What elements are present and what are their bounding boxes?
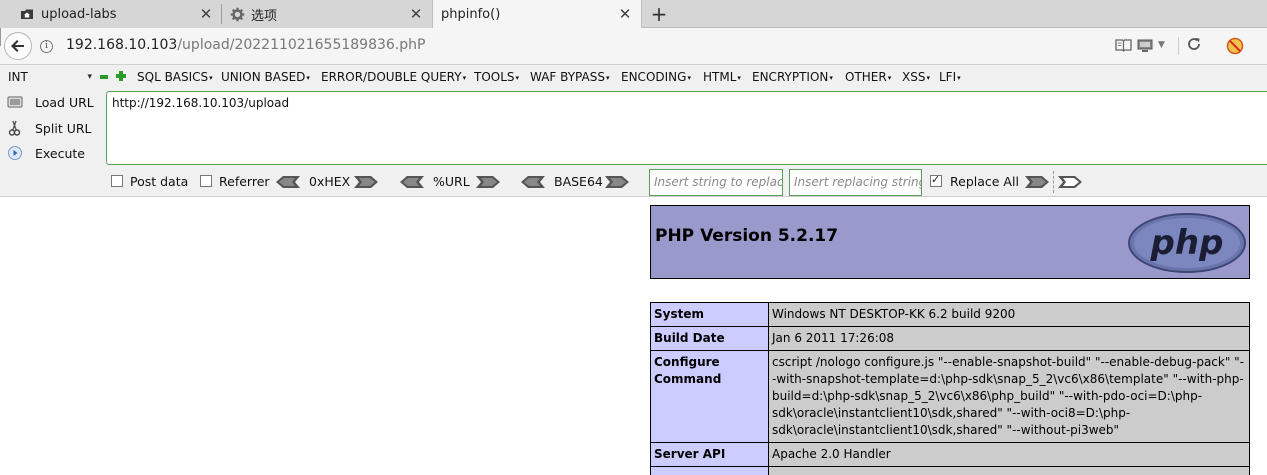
menu-encryption[interactable]: ENCRYPTION▾ [752, 70, 833, 84]
row-value: Apache 2.0 Handler [768, 442, 1250, 467]
base64-label: BASE64 [554, 174, 603, 189]
hex-encode-arrow-icon[interactable] [354, 175, 378, 189]
table-row: Configure Command cscript /nologo config… [650, 350, 1250, 443]
hex-decode-arrow-icon[interactable] [276, 175, 300, 189]
blocker-addon-icon[interactable] [1226, 37, 1244, 55]
url-textarea[interactable]: http://192.168.10.103/upload [106, 91, 1267, 165]
url-bar[interactable]: 192.168.10.103/upload/202211021655189836… [66, 37, 425, 53]
replace-all-checkbox[interactable] [930, 173, 942, 187]
type-select-value: INT [8, 70, 28, 84]
new-tab-button[interactable]: + [649, 3, 669, 25]
user-agent-icon[interactable] [1137, 38, 1153, 54]
divider [1053, 171, 1054, 193]
row-key [650, 466, 769, 475]
chevron-down-icon: ▾ [87, 72, 92, 82]
table-row: System Windows NT DESKTOP-KK 6.2 build 9… [650, 302, 1250, 327]
increase-icon[interactable] [116, 71, 126, 81]
referrer-checkbox[interactable] [200, 175, 212, 187]
menu-html[interactable]: HTML▾ [703, 70, 741, 84]
row-key: Build Date [650, 326, 769, 351]
row-value [768, 466, 1250, 475]
url-decode-arrow-icon[interactable] [400, 175, 424, 189]
referrer-label: Referrer [219, 174, 270, 189]
split-url-button[interactable]: Split URL [6, 118, 92, 138]
hackbar-panel: Load URL Split URL Execute http://192.16… [0, 89, 1267, 197]
type-select[interactable]: INT ▾ [4, 67, 94, 87]
info-icon[interactable]: i [40, 40, 53, 53]
hex-label: 0xHEX [309, 174, 351, 189]
back-button[interactable] [4, 32, 32, 60]
tab-upload-labs[interactable]: upload-labs ✕ [0, 0, 222, 28]
post-data-label: Post data [130, 174, 189, 189]
post-data-checkbox[interactable] [111, 175, 123, 187]
table-row [650, 466, 1250, 475]
replace-all-label: Replace All [950, 174, 1019, 189]
row-key: Server API [650, 442, 769, 467]
url-host: 192.168.10.103 [66, 37, 178, 53]
phpinfo-header: PHP Version 5.2.17 php [650, 205, 1250, 279]
php-version-title: PHP Version 5.2.17 [655, 226, 839, 246]
scissors-icon [6, 119, 24, 137]
hackbar-toolbar: INT ▾ SQL BASICS▾ UNION BASED▾ ERROR/DOU… [0, 65, 1267, 89]
url-encode-arrow-icon[interactable] [476, 175, 500, 189]
replace-next-arrow-icon[interactable] [1058, 175, 1082, 189]
phpinfo-table: System Windows NT DESKTOP-KK 6.2 build 9… [650, 302, 1250, 475]
tab-label: phpinfo() [441, 7, 501, 22]
menu-error-double-query[interactable]: ERROR/DOUBLE QUERY▾ [321, 70, 466, 84]
menu-encoding[interactable]: ENCODING▾ [621, 70, 691, 84]
row-value: cscript /nologo configure.js "--enable-s… [768, 350, 1250, 443]
close-icon[interactable]: ✕ [198, 6, 214, 22]
tab-phpinfo[interactable]: phpinfo() ✕ [432, 0, 642, 29]
play-icon [6, 144, 24, 162]
menu-union-based[interactable]: UNION BASED▾ [221, 70, 310, 84]
menu-lfi[interactable]: LFI▾ [939, 70, 961, 84]
split-url-label: Split URL [35, 120, 92, 136]
close-icon[interactable]: ✕ [617, 6, 633, 22]
load-url-label: Load URL [35, 94, 94, 110]
chevron-down-icon[interactable]: ▼ [1158, 40, 1170, 56]
menu-tools[interactable]: TOOLS▾ [474, 70, 519, 84]
replacing-string-input[interactable]: Insert replacing string [789, 169, 922, 196]
row-key: Configure Command [650, 350, 769, 443]
menu-other[interactable]: OTHER▾ [845, 70, 891, 84]
tab-strip: upload-labs ✕ 选项 ✕ phpinfo() ✕ + [0, 0, 1267, 29]
url-path: /upload/202211021655189836.phP [177, 37, 426, 53]
decrease-icon[interactable] [100, 75, 108, 79]
row-value: Windows NT DESKTOP-KK 6.2 build 9200 [768, 302, 1250, 327]
menu-waf-bypass[interactable]: WAF BYPASS▾ [530, 70, 609, 84]
replace-arrow-icon[interactable] [1025, 175, 1049, 189]
navigation-bar: i 192.168.10.103/upload/2022110216551898… [0, 28, 1267, 65]
execute-label: Execute [35, 145, 85, 161]
close-icon[interactable]: ✕ [408, 6, 424, 22]
gear-icon [230, 7, 245, 22]
tab-label: 选项 [251, 8, 278, 24]
divider [1178, 37, 1179, 55]
folder-home-icon [20, 7, 34, 21]
url-encode-label: %URL [433, 174, 470, 189]
load-url-icon [6, 93, 24, 111]
replace-string-input[interactable]: Insert string to replace [649, 169, 783, 196]
base64-encode-arrow-icon[interactable] [605, 175, 629, 189]
php-logo[interactable]: php [1127, 212, 1247, 274]
tab-label: upload-labs [41, 6, 117, 22]
base64-decode-arrow-icon[interactable] [521, 175, 545, 189]
table-row: Build Date Jan 6 2011 17:26:08 [650, 326, 1250, 351]
menu-sql-basics[interactable]: SQL BASICS▾ [137, 70, 213, 84]
row-key: System [650, 302, 769, 327]
hackbar-options: Post data Referrer 0xHEX %URL BASE64 Ins… [0, 169, 1267, 196]
row-value: Jan 6 2011 17:26:08 [768, 326, 1250, 351]
load-url-button[interactable]: Load URL [6, 92, 94, 112]
php-logo-text: php [1150, 223, 1224, 263]
menu-xss[interactable]: XSS▾ [902, 70, 930, 84]
reload-icon[interactable] [1186, 36, 1202, 52]
reader-view-icon[interactable] [1115, 38, 1132, 54]
back-arrow-icon [11, 40, 24, 52]
table-row: Server API Apache 2.0 Handler [650, 442, 1250, 467]
execute-button[interactable]: Execute [6, 143, 85, 163]
tab-options[interactable]: 选项 ✕ [221, 0, 432, 28]
